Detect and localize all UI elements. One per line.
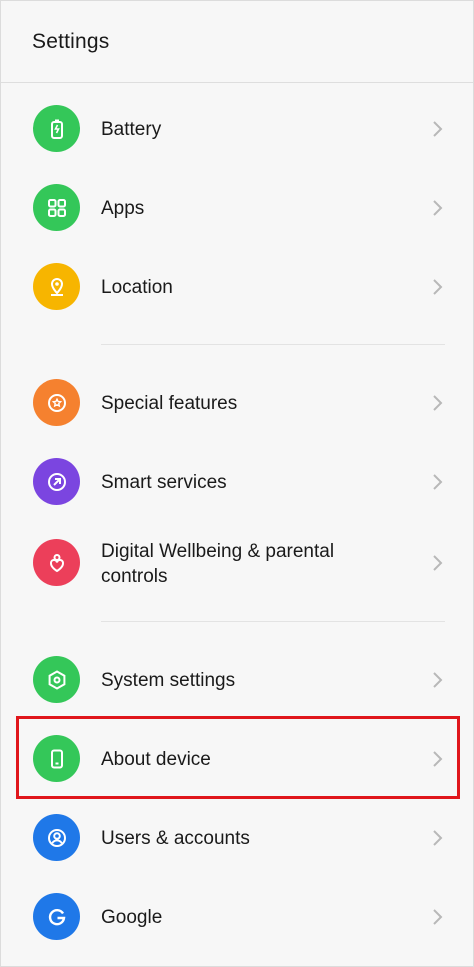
- chevron-right-icon: [433, 395, 443, 411]
- phone-icon: [33, 735, 80, 782]
- chevron-right-icon: [433, 672, 443, 688]
- settings-item-label: Users & accounts: [101, 828, 250, 849]
- chevron-right-icon: [433, 200, 443, 216]
- apps-grid-icon: [33, 184, 80, 231]
- settings-screen: Settings Battery Apps Location Special f…: [0, 0, 474, 967]
- chevron-right-icon: [433, 751, 443, 767]
- chevron-right-icon: [433, 830, 443, 846]
- settings-item-label: Special features: [101, 393, 238, 414]
- settings-item-system-settings[interactable]: System settings: [1, 656, 474, 704]
- divider: [101, 621, 445, 622]
- location-icon: [33, 263, 80, 310]
- divider: [101, 344, 445, 345]
- battery-icon: [33, 105, 80, 152]
- chevron-right-icon: [433, 909, 443, 925]
- chevron-right-icon: [433, 279, 443, 295]
- settings-item-label: System settings: [101, 670, 236, 691]
- settings-item-battery[interactable]: Battery: [1, 105, 474, 153]
- settings-item-special-features[interactable]: Special features: [1, 379, 474, 427]
- google-icon: [33, 893, 80, 940]
- settings-item-digital-wellbeing[interactable]: Digital Wellbeing & parental controls: [1, 539, 474, 587]
- settings-item-apps[interactable]: Apps: [1, 184, 474, 232]
- page-title: Settings: [32, 29, 110, 53]
- settings-item-users-accounts[interactable]: Users & accounts: [1, 814, 474, 862]
- chevron-right-icon: [433, 121, 443, 137]
- settings-item-label: Battery: [101, 119, 162, 140]
- header: Settings: [1, 1, 473, 83]
- settings-item-about-device[interactable]: About device: [1, 735, 474, 783]
- settings-item-google[interactable]: Google: [1, 893, 474, 941]
- star-icon: [33, 379, 80, 426]
- settings-item-label: About device: [101, 749, 211, 770]
- wellbeing-icon: [33, 539, 80, 586]
- chevron-right-icon: [433, 555, 443, 571]
- settings-item-label: Digital Wellbeing & parental controls: [101, 541, 335, 587]
- settings-item-label: Location: [101, 277, 173, 298]
- settings-item-label: Apps: [101, 198, 145, 219]
- user-icon: [33, 814, 80, 861]
- chevron-right-icon: [433, 474, 443, 490]
- settings-item-label: Google: [101, 907, 163, 928]
- settings-item-smart-services[interactable]: Smart services: [1, 458, 474, 506]
- hexagon-icon: [33, 656, 80, 703]
- settings-item-location[interactable]: Location: [1, 263, 474, 311]
- settings-item-label: Smart services: [101, 472, 227, 493]
- smart-services-icon: [33, 458, 80, 505]
